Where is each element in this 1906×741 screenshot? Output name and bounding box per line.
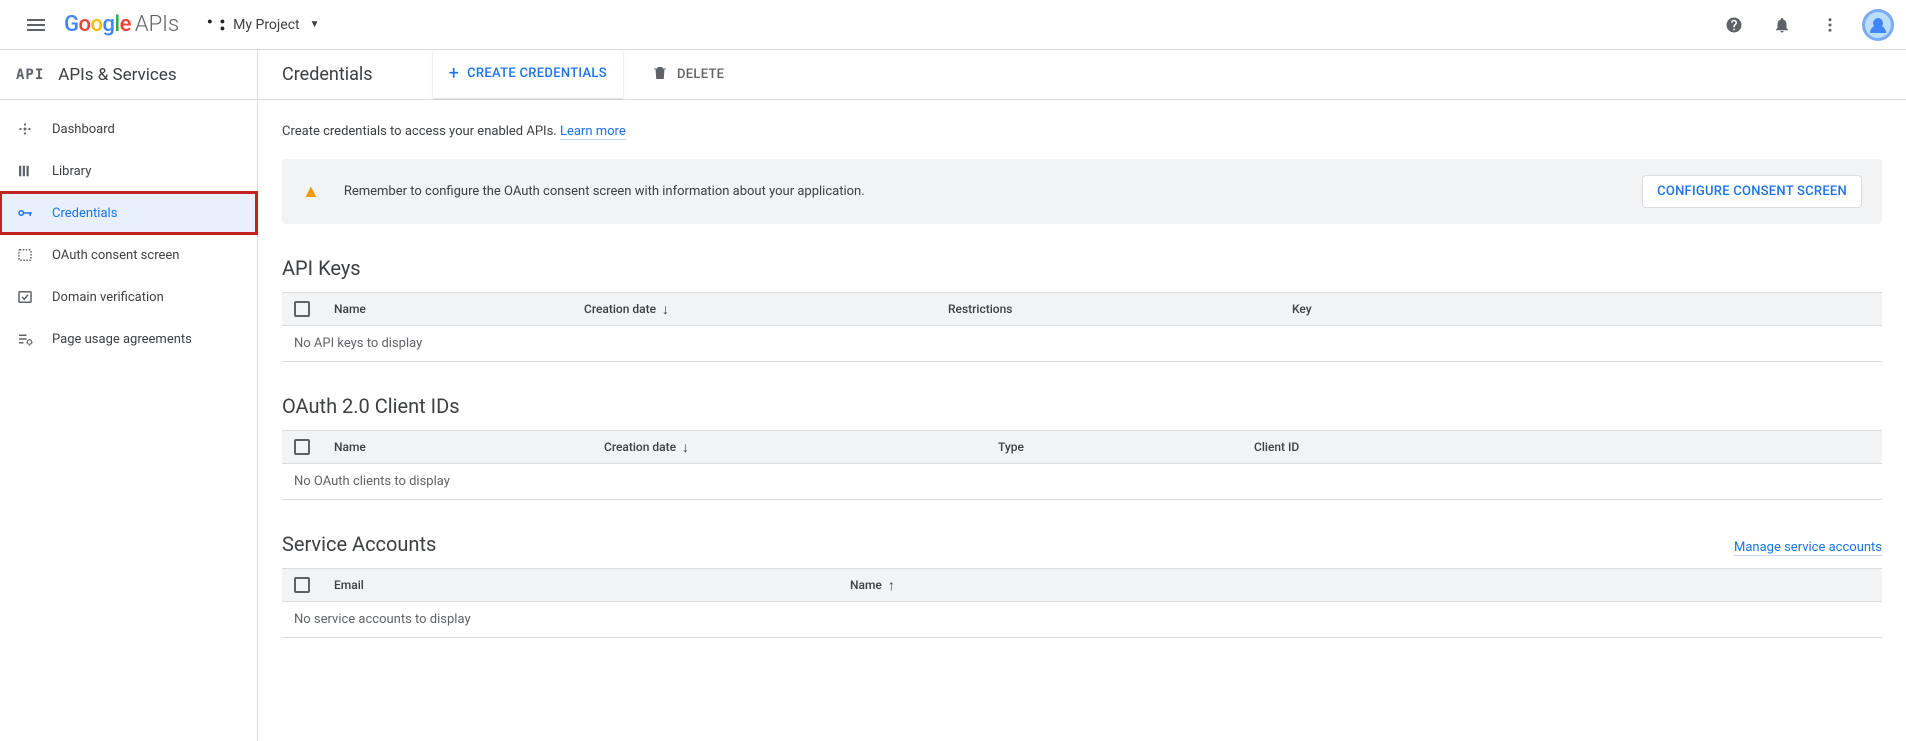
- create-credentials-button[interactable]: + CREATE CREDENTIALS: [445, 57, 611, 90]
- oauth-table-header: Name Creation date ↓ Type Client ID: [282, 430, 1882, 464]
- column-email[interactable]: Email: [334, 578, 850, 592]
- column-type[interactable]: Type: [998, 440, 1254, 454]
- sidebar: API APIs & Services Dashboard Library: [0, 50, 258, 741]
- sidebar-item-oauth-consent[interactable]: OAuth consent screen: [0, 234, 257, 276]
- help-icon: [1725, 16, 1743, 34]
- logo-suffix: APIs: [135, 12, 179, 37]
- google-logo: Google: [64, 12, 131, 37]
- verification-icon: [16, 288, 52, 306]
- help-button[interactable]: [1714, 5, 1754, 45]
- sidebar-item-page-usage[interactable]: Page usage agreements: [0, 318, 257, 360]
- api-keys-section: API Keys Name Creation date ↓ Restrictio…: [282, 256, 1882, 362]
- column-restrictions[interactable]: Restrictions: [948, 302, 1292, 316]
- column-label: Creation date: [604, 440, 676, 454]
- oauth-empty: No OAuth clients to display: [282, 464, 1882, 500]
- sort-arrow-down-icon: ↓: [682, 439, 689, 456]
- trash-icon: [651, 64, 669, 86]
- sidebar-item-label: OAuth consent screen: [52, 248, 179, 263]
- learn-more-link[interactable]: Learn more: [560, 124, 626, 140]
- warning-icon: ▲: [302, 181, 320, 202]
- top-bar: Google APIs ● My Project ▼: [0, 0, 1906, 50]
- column-name[interactable]: Name: [334, 440, 604, 454]
- consent-alert: ▲ Remember to configure the OAuth consen…: [282, 159, 1882, 224]
- create-credentials-label: CREATE CREDENTIALS: [467, 66, 607, 81]
- consent-screen-icon: [16, 246, 52, 264]
- settings-list-icon: [16, 330, 52, 348]
- column-label: Name: [850, 578, 882, 592]
- oauth-clients-section: OAuth 2.0 Client IDs Name Creation date …: [282, 394, 1882, 500]
- sidebar-item-label: Page usage agreements: [52, 332, 192, 347]
- sidebar-nav: Dashboard Library Credentials OAuth cons…: [0, 100, 257, 360]
- account-avatar[interactable]: [1862, 9, 1894, 41]
- sidebar-title: APIs & Services: [58, 65, 176, 85]
- page-header: Credentials + CREATE CREDENTIALS DELETE: [258, 50, 1906, 100]
- hamburger-menu-button[interactable]: [12, 1, 60, 49]
- service-accounts-section: Service Accounts Manage service accounts…: [282, 532, 1882, 638]
- column-name[interactable]: Name: [334, 302, 584, 316]
- plus-icon: +: [449, 63, 460, 84]
- sidebar-item-dashboard[interactable]: Dashboard: [0, 108, 257, 150]
- logo-area[interactable]: Google APIs: [64, 12, 179, 37]
- column-creation-date[interactable]: Creation date ↓: [584, 301, 948, 318]
- kebab-icon: [1821, 16, 1839, 34]
- hamburger-icon: [27, 19, 45, 31]
- select-all-checkbox[interactable]: [294, 577, 310, 593]
- api-keys-empty: No API keys to display: [282, 326, 1882, 362]
- sidebar-header: API APIs & Services: [0, 50, 257, 100]
- api-keys-table-header: Name Creation date ↓ Restrictions Key: [282, 292, 1882, 326]
- column-name[interactable]: Name ↑: [850, 577, 1870, 594]
- sort-arrow-down-icon: ↓: [662, 301, 669, 318]
- api-badge: API: [16, 67, 44, 83]
- sidebar-item-label: Credentials: [52, 206, 117, 221]
- service-empty: No service accounts to display: [282, 602, 1882, 638]
- section-title: API Keys: [282, 256, 1882, 280]
- more-button[interactable]: [1810, 5, 1850, 45]
- delete-button[interactable]: DELETE: [647, 58, 728, 92]
- delete-label: DELETE: [677, 67, 724, 82]
- project-selector[interactable]: ● My Project ▼: [199, 10, 327, 40]
- column-client-id[interactable]: Client ID: [1254, 440, 1870, 454]
- alert-text: Remember to configure the OAuth consent …: [344, 184, 1642, 199]
- sidebar-item-label: Library: [52, 164, 91, 179]
- sidebar-item-domain-verification[interactable]: Domain verification: [0, 276, 257, 318]
- service-table-header: Email Name ↑: [282, 568, 1882, 602]
- library-icon: [16, 162, 52, 180]
- select-all-checkbox[interactable]: [294, 439, 310, 455]
- dashboard-icon: [16, 120, 52, 138]
- sidebar-item-label: Domain verification: [52, 290, 164, 305]
- chevron-down-icon: ▼: [310, 19, 320, 30]
- sort-arrow-up-icon: ↑: [888, 577, 895, 594]
- section-title: OAuth 2.0 Client IDs: [282, 394, 1882, 418]
- column-key[interactable]: Key: [1292, 302, 1870, 316]
- page-title: Credentials: [282, 64, 373, 85]
- main-content: Credentials + CREATE CREDENTIALS DELETE …: [258, 50, 1906, 741]
- key-icon: [16, 204, 52, 222]
- topbar-actions: [1714, 5, 1894, 45]
- bell-icon: [1773, 16, 1791, 34]
- intro-text-content: Create credentials to access your enable…: [282, 124, 557, 139]
- notifications-button[interactable]: [1762, 5, 1802, 45]
- section-title: Service Accounts: [282, 532, 436, 556]
- configure-consent-button[interactable]: CONFIGURE CONSENT SCREEN: [1642, 175, 1862, 208]
- sidebar-item-library[interactable]: Library: [0, 150, 257, 192]
- project-icon: ●: [207, 16, 225, 34]
- column-creation-date[interactable]: Creation date ↓: [604, 439, 998, 456]
- intro-text: Create credentials to access your enable…: [282, 124, 1882, 139]
- column-label: Creation date: [584, 302, 656, 316]
- sidebar-item-label: Dashboard: [52, 122, 115, 137]
- manage-service-accounts-link[interactable]: Manage service accounts: [1734, 540, 1882, 556]
- select-all-checkbox[interactable]: [294, 301, 310, 317]
- project-name: My Project: [233, 17, 299, 33]
- sidebar-item-credentials[interactable]: Credentials: [0, 192, 257, 234]
